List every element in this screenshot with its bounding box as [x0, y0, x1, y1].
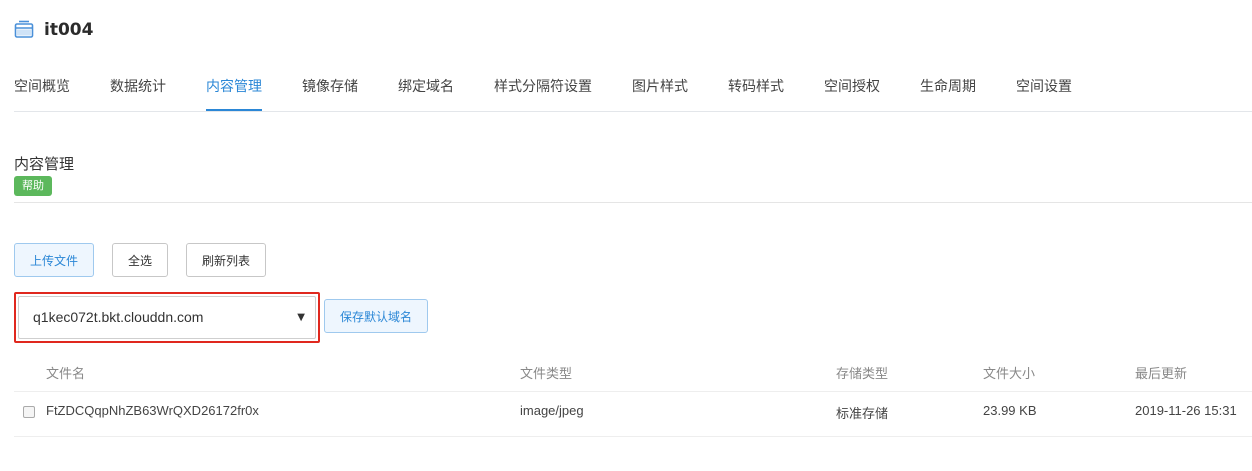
- tab-content-management[interactable]: 内容管理: [206, 76, 262, 111]
- tab-image-style[interactable]: 图片样式: [632, 76, 688, 96]
- tab-lifecycle[interactable]: 生命周期: [920, 76, 976, 96]
- table-header-divider: [14, 391, 1252, 392]
- tab-bar: 空间概览 数据统计 内容管理 镜像存储 绑定域名 样式分隔符设置 图片样式 转码…: [14, 64, 1252, 112]
- row-checkbox[interactable]: [23, 406, 35, 418]
- column-header-updated: 最后更新: [1135, 367, 1188, 382]
- bucket-header: it004: [14, 18, 93, 42]
- file-size-cell: 23.99 KB: [983, 403, 1037, 418]
- section-divider: [14, 202, 1252, 203]
- column-header-filetype: 文件类型: [520, 367, 573, 382]
- domain-select-highlight: q1kec072t.bkt.clouddn.com ▼: [14, 292, 320, 343]
- tab-transcode-style[interactable]: 转码样式: [728, 76, 784, 96]
- select-all-button[interactable]: 全选: [112, 243, 168, 277]
- domain-select-value: q1kec072t.bkt.clouddn.com: [33, 309, 204, 325]
- column-header-filename: 文件名: [46, 367, 86, 382]
- storage-type-cell: 标准存储: [836, 407, 889, 422]
- last-updated-cell: 2019-11-26 15:31: [1135, 403, 1237, 418]
- tab-space-auth[interactable]: 空间授权: [824, 76, 880, 96]
- help-button[interactable]: 帮助: [14, 176, 52, 196]
- tab-mirror-storage[interactable]: 镜像存储: [302, 76, 358, 96]
- column-header-size: 文件大小: [983, 367, 1036, 382]
- file-type-cell: image/jpeg: [520, 403, 584, 418]
- file-name-link[interactable]: FtZDCQqpNhZB63WrQXD26172fr0x: [46, 403, 259, 418]
- domain-select[interactable]: q1kec072t.bkt.clouddn.com ▼: [18, 296, 316, 339]
- save-default-domain-button[interactable]: 保存默认域名: [324, 299, 428, 333]
- tab-space-settings[interactable]: 空间设置: [1016, 76, 1072, 96]
- bucket-icon: [14, 20, 34, 38]
- upload-file-button[interactable]: 上传文件: [14, 243, 94, 277]
- tab-style-separator[interactable]: 样式分隔符设置: [494, 76, 592, 96]
- refresh-list-button[interactable]: 刷新列表: [186, 243, 266, 277]
- tab-data-stats[interactable]: 数据统计: [110, 76, 166, 96]
- tab-space-overview[interactable]: 空间概览: [14, 76, 70, 96]
- section-title: 内容管理: [14, 155, 75, 173]
- column-header-storage: 存储类型: [836, 367, 889, 382]
- bucket-name: it004: [44, 20, 94, 40]
- tab-bind-domain[interactable]: 绑定域名: [398, 76, 454, 96]
- table-row-divider: [14, 436, 1252, 437]
- caret-down-icon: ▼: [297, 312, 305, 323]
